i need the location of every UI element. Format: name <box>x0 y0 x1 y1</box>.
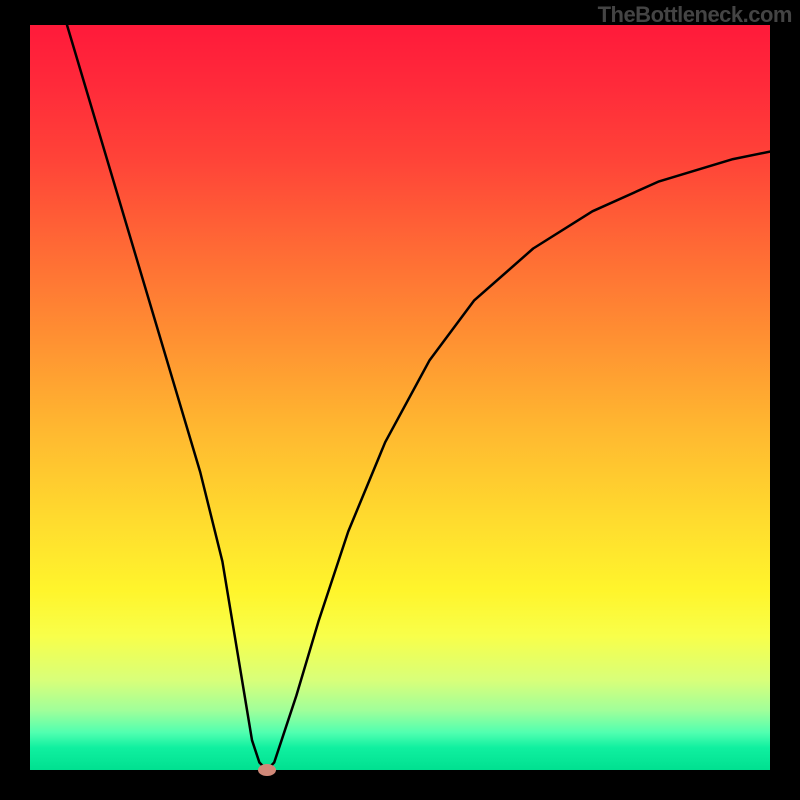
chart-background-gradient <box>30 25 770 770</box>
chart-plot-area <box>30 25 770 770</box>
watermark-text: TheBottleneck.com <box>598 2 792 28</box>
chart-marker-point <box>258 764 276 776</box>
